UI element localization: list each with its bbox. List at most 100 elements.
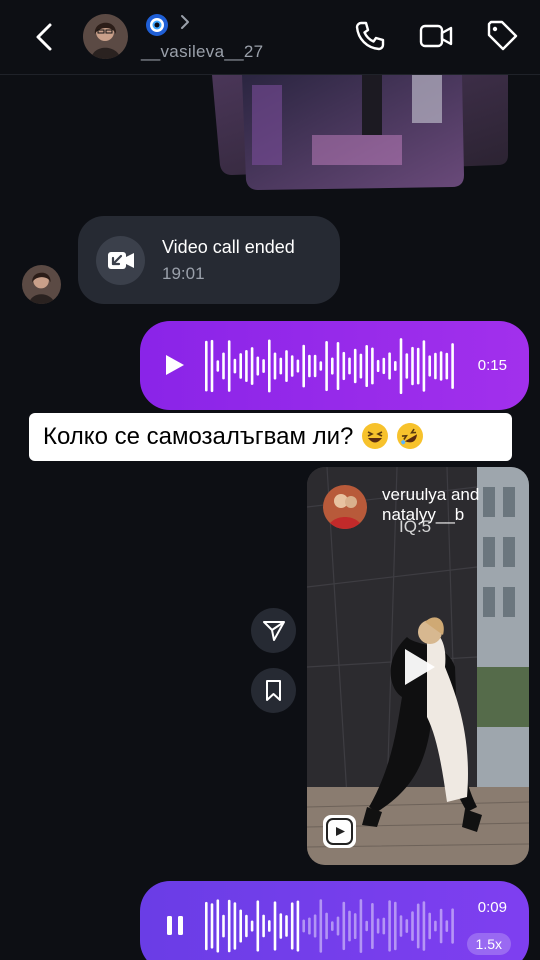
sender-avatar[interactable]: [22, 265, 61, 304]
waveform-bar: [239, 909, 242, 943]
waveform-bar: [302, 919, 305, 933]
waveform-bar: [331, 921, 334, 931]
waveform-bar: [336, 916, 340, 936]
waveform-bar: [434, 352, 437, 380]
waveform-bar: [394, 361, 397, 371]
waveform-bar: [411, 911, 414, 941]
waveform-bar: [296, 900, 300, 952]
waveform-bar: [365, 345, 368, 387]
waveform-bar: [353, 348, 357, 384]
video-call-icon[interactable]: [418, 18, 454, 54]
voice-message-playing[interactable]: 0:09 1.5x: [140, 881, 529, 960]
send-icon: [263, 621, 285, 641]
waveform-bar: [290, 355, 294, 377]
waveform-bar: [319, 899, 323, 953]
waveform-bar: [205, 901, 208, 951]
call-status-text: Video call ended: [162, 237, 295, 257]
waveform-bar: [319, 361, 323, 371]
chevron-right-icon[interactable]: [178, 12, 192, 32]
waveform-bar: [222, 352, 225, 380]
contact-username[interactable]: __vasileva__27: [141, 42, 263, 62]
chat-header: __vasileva__27: [0, 0, 540, 75]
voice-duration: 0:09: [477, 899, 507, 916]
waveform-bar: [313, 914, 317, 938]
waveform-bar: [239, 353, 242, 379]
voice-waveform[interactable]: [204, 891, 456, 960]
waveform-bar: [308, 354, 311, 378]
waveform-bar: [434, 920, 437, 932]
voice-duration: 0:15: [477, 357, 507, 374]
waveform-bar: [365, 920, 368, 932]
contact-avatar[interactable]: [83, 14, 128, 59]
tag-icon[interactable]: [484, 18, 520, 54]
waveform-bar: [376, 359, 380, 372]
waveform-bar: [256, 900, 260, 952]
waveform-bar: [245, 350, 248, 382]
pause-icon[interactable]: [162, 911, 188, 939]
rolling-on-floor-laughing-icon: [391, 418, 428, 454]
voice-waveform[interactable]: [204, 331, 456, 401]
waveform-bar: [302, 344, 305, 388]
play-icon[interactable]: [399, 645, 439, 689]
waveform-bar: [308, 917, 311, 935]
missed-video-call-icon: [96, 236, 145, 285]
waveform-bar: [439, 351, 443, 381]
call-time: 19:01: [162, 264, 205, 283]
waveform-bar: [325, 912, 328, 940]
waveform-bar: [342, 901, 346, 951]
waveform-bar: [273, 901, 277, 951]
waveform-bar: [285, 350, 288, 382]
waveform-bar: [428, 912, 431, 940]
waveform-bar: [371, 347, 374, 385]
waveform-bar: [451, 908, 454, 944]
waveform-bar: [405, 353, 409, 379]
waveform-bar: [250, 920, 254, 932]
waveform-bar: [296, 359, 300, 373]
waveform-bar: [451, 343, 454, 389]
play-icon[interactable]: [162, 351, 188, 379]
waveform-bar: [382, 917, 386, 935]
waveform-bar: [210, 339, 214, 393]
waveform-bar: [262, 359, 265, 373]
save-button[interactable]: [251, 668, 296, 713]
waveform-bar: [222, 914, 225, 938]
waveform-bar: [382, 357, 386, 375]
waveform-bar: [227, 899, 231, 953]
waveform-bar: [376, 918, 380, 934]
waveform-bar: [262, 914, 265, 938]
waveform-bar: [445, 920, 449, 932]
waveform-bar: [233, 358, 237, 374]
shared-reel[interactable]: veruulya and natalyy__b IQ:5: [307, 467, 529, 865]
waveform-bar: [348, 910, 351, 942]
waveform-bar: [268, 920, 271, 932]
playback-speed-button[interactable]: 1.5x: [466, 933, 511, 955]
bookmark-icon: [266, 680, 281, 701]
waveform-bar: [353, 913, 357, 939]
waveform-bar: [205, 340, 208, 392]
waveform-bar: [227, 340, 231, 392]
shared-media-stack[interactable]: [212, 75, 512, 193]
waveform-bar: [216, 899, 220, 953]
waveform-bar: [445, 352, 449, 380]
waveform-bar: [336, 342, 340, 390]
waveform-bar: [399, 915, 403, 937]
phone-call-icon[interactable]: [352, 18, 388, 54]
waveform-bar: [394, 901, 397, 951]
waveform-bar: [422, 340, 426, 392]
waveform-bar: [416, 347, 420, 385]
back-arrow-icon[interactable]: [28, 18, 60, 56]
waveform-bar: [331, 357, 334, 375]
waveform-bar: [439, 908, 443, 944]
waveform-bar: [279, 357, 283, 375]
waveform-bar: [342, 351, 346, 381]
waveform-bar: [371, 903, 374, 949]
waveform-bar: [359, 899, 363, 953]
waveform-bar: [428, 355, 431, 377]
waveform-bar: [348, 357, 351, 375]
waveform-bar: [416, 903, 420, 949]
voice-message[interactable]: 0:15: [140, 321, 529, 410]
video-call-ended-message[interactable]: Video call ended 19:01: [78, 216, 340, 304]
reel-author-avatar[interactable]: [323, 485, 367, 529]
waveform-bar: [405, 919, 409, 933]
share-button[interactable]: [251, 608, 296, 653]
